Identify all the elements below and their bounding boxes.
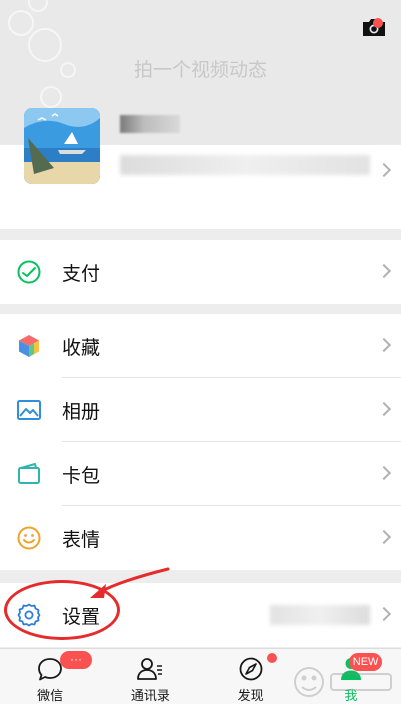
menu-item-stickers[interactable]: 表情 — [0, 506, 401, 570]
favorites-cube-icon — [16, 333, 42, 359]
tab-label: 发现 — [237, 688, 264, 703]
avatar-image — [24, 108, 100, 184]
chevron-right-icon — [376, 162, 392, 178]
tab-chats[interactable]: 微信 ··· — [0, 649, 100, 704]
menu-item-label: 支付 — [62, 263, 101, 285]
tab-label: 微信 — [37, 688, 64, 703]
chevron-right-icon — [376, 337, 392, 353]
camera-notification-dot — [373, 18, 383, 28]
camera-button[interactable] — [361, 10, 391, 38]
profile-card[interactable] — [0, 108, 401, 229]
watermark-logo — [294, 667, 392, 697]
tab-discover[interactable]: 发现 — [201, 649, 301, 704]
chevron-right-icon — [376, 606, 392, 622]
card-wallet-icon — [16, 461, 42, 487]
contacts-icon — [136, 655, 164, 683]
content-group: 收藏 相册 卡包 表情 — [0, 314, 401, 570]
tab-label: 通讯录 — [130, 688, 170, 703]
unread-badge: ··· — [60, 651, 92, 669]
nickname-redacted — [120, 115, 180, 133]
bubble-decoration — [8, 10, 34, 36]
chevron-right-icon — [376, 465, 392, 481]
notification-dot — [266, 653, 277, 663]
compass-icon — [237, 655, 265, 683]
pay-icon — [16, 259, 42, 285]
bubble-decoration — [28, 0, 48, 12]
menu-item-label: 卡包 — [62, 465, 101, 487]
menu-item-album[interactable]: 相册 — [0, 378, 401, 442]
album-icon — [16, 397, 42, 423]
avatar[interactable] — [24, 108, 100, 184]
smiley-icon — [16, 525, 42, 551]
chevron-right-icon — [376, 401, 392, 417]
menu-item-pay[interactable]: 支付 — [0, 240, 401, 304]
video-moment-prompt[interactable]: 拍一个视频动态 — [0, 55, 401, 82]
menu-item-label: 收藏 — [62, 337, 101, 359]
annotation-arrow — [90, 567, 170, 598]
menu-item-favorites[interactable]: 收藏 — [0, 314, 401, 378]
bubble-decoration — [40, 86, 62, 108]
chevron-right-icon — [376, 263, 392, 279]
wechat-id-redacted — [120, 155, 370, 175]
pay-group: 支付 — [0, 240, 401, 304]
menu-item-cards[interactable]: 卡包 — [0, 442, 401, 506]
menu-item-label: 相册 — [62, 401, 101, 423]
chevron-right-icon — [376, 529, 392, 545]
menu-item-label: 表情 — [62, 529, 101, 551]
tab-contacts[interactable]: 通讯录 — [100, 649, 200, 704]
settings-status-redacted — [270, 605, 370, 625]
